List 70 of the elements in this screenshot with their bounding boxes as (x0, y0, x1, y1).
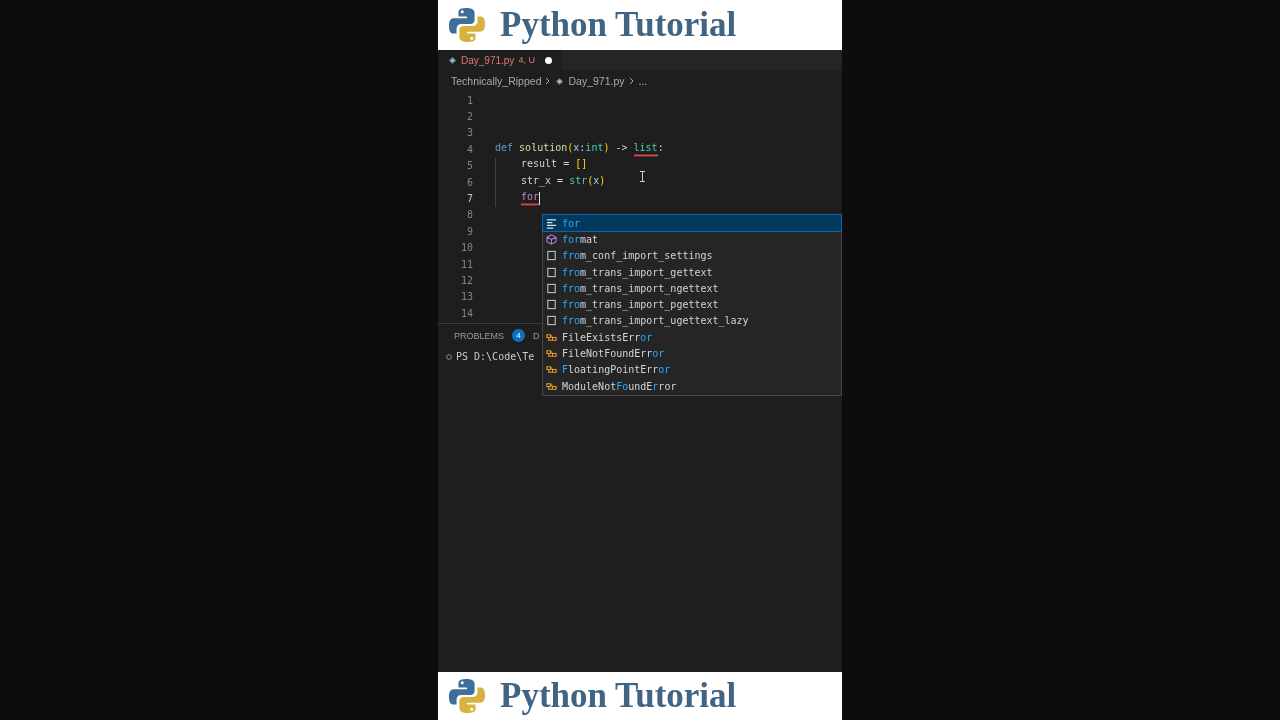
suggestion-label: FileNotFoundError (562, 348, 665, 359)
snippet-icon (546, 315, 557, 327)
problems-count: 4 (512, 329, 525, 342)
line-number: 13 (459, 291, 473, 303)
suggestion-item[interactable]: from_trans_import_gettext (543, 263, 841, 281)
circle-icon (446, 353, 452, 360)
line-number: 7 (465, 193, 473, 205)
line-number: 4 (465, 143, 473, 155)
breadcrumb-more[interactable]: ... (638, 75, 648, 87)
line-number: 12 (459, 275, 473, 286)
suggestion-label: from_trans_import_pgettext (562, 299, 719, 311)
suggestion-item[interactable]: format (543, 231, 841, 248)
line-number: 9 (465, 225, 473, 237)
line-number: 8 (465, 209, 473, 221)
line-number: 6 (465, 176, 473, 188)
editor-tab[interactable]: Day_971.py 4, U (438, 50, 562, 70)
suggestion-label: from_conf_import_settings (562, 250, 713, 262)
suggestion-item[interactable]: FileExistsError (543, 329, 841, 346)
cube-icon (546, 233, 557, 245)
class-icon (546, 348, 557, 359)
snippet-icon (546, 250, 557, 262)
python-logo-icon (448, 677, 486, 715)
suggestion-label: from_trans_import_ngettext (562, 282, 719, 294)
banner-title: Python Tutorial (500, 676, 737, 716)
tab-status: 4, U (518, 55, 535, 65)
panel-tab[interactable]: D (533, 330, 540, 341)
code-line: str_x = str(x) (521, 173, 606, 189)
python-logo-icon (448, 6, 486, 44)
line-number: 3 (465, 127, 473, 139)
problems-tab[interactable]: PROBLEMS (454, 330, 504, 341)
suggestion-label: for (562, 217, 581, 229)
suggestion-label: FloatingPointError (562, 364, 671, 376)
chevron-icon (628, 77, 635, 85)
python-file-icon (448, 55, 457, 65)
line-number: 10 (459, 242, 473, 254)
suggestion-item[interactable]: for (543, 215, 841, 232)
suggestion-item[interactable]: FloatingPointError (543, 361, 841, 378)
snippet-icon (546, 299, 557, 311)
suggestion-label: format (562, 233, 599, 245)
banner-title: Python Tutorial (500, 5, 737, 45)
suggestion-label: from_trans_import_ugettext_lazy (562, 315, 749, 327)
code-line: def solution(x:int) -> list: (495, 141, 664, 158)
keyword-icon (546, 217, 557, 229)
line-number: 5 (465, 160, 473, 172)
suggestion-item[interactable]: FileNotFoundError (543, 345, 841, 362)
suggestion-item[interactable]: from_conf_import_settings (543, 247, 841, 264)
line-number: 1 (465, 94, 473, 106)
class-icon (546, 380, 557, 392)
tab-filename: Day_971.py (461, 54, 515, 66)
breadcrumb-folder[interactable]: Technically_Ripped (451, 75, 542, 87)
breadcrumb-file[interactable]: Day_971.py (568, 75, 625, 87)
suggestion-item[interactable]: ModuleNotFoundError (543, 377, 841, 395)
line-number: 11 (459, 258, 473, 270)
code-line: result = [] (521, 157, 588, 172)
python-file-icon (555, 76, 565, 86)
suggestion-item[interactable]: from_trans_import_ugettext_lazy (543, 312, 841, 330)
text-cursor-icon (640, 171, 645, 182)
class-icon (546, 331, 557, 343)
snippet-icon (546, 282, 557, 294)
class-icon (546, 364, 557, 376)
suggestion-label: ModuleNotFoundError (562, 380, 677, 392)
snippet-icon (546, 266, 557, 278)
suggestion-label: FileExistsError (562, 331, 653, 343)
terminal-prompt: PS D:\Code\Te (456, 351, 535, 362)
chevron-icon (545, 77, 552, 85)
line-number: 2 (465, 111, 473, 123)
line-number: 14 (459, 307, 473, 319)
suggestion-item[interactable]: from_trans_import_pgettext (543, 296, 841, 313)
suggestion-item[interactable]: from_trans_import_ngettext (543, 280, 841, 297)
suggestion-label: from_trans_import_gettext (562, 266, 713, 278)
